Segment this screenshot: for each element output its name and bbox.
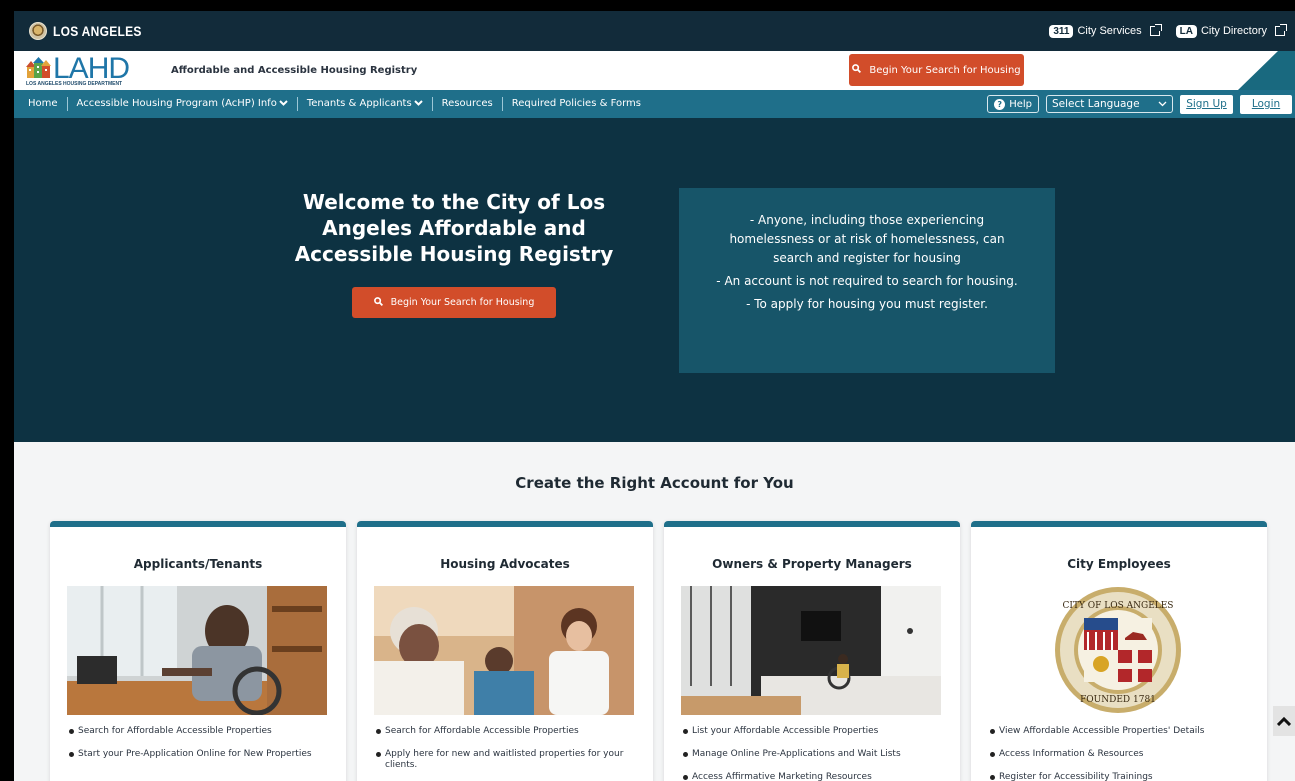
nav-item-label: Accessible Housing Program (AcHP) Info	[76, 98, 277, 109]
login-button[interactable]: Login	[1240, 94, 1292, 114]
list-item: List your Affordable Accessible Properti…	[681, 726, 946, 737]
card-title: City Employees	[1067, 557, 1171, 571]
card-list: List your Affordable Accessible Properti…	[681, 726, 946, 781]
question-icon: ?	[994, 98, 1006, 110]
list-item: Apply here for new and waitlisted proper…	[374, 749, 639, 771]
nav-item-label: Required Policies & Forms	[511, 98, 641, 109]
houses-logo-icon	[26, 57, 51, 78]
nav-item-accessible-housing-program-achp-info[interactable]: Accessible Housing Program (AcHP) Info	[68, 97, 298, 111]
list-item: Access Information & Resources	[988, 749, 1253, 760]
list-item: View Affordable Accessible Properties' D…	[988, 726, 1253, 737]
chevron-up-icon	[1277, 716, 1291, 726]
hero-search-label: Begin Your Search for Housing	[390, 297, 535, 308]
list-item: Access Affirmative Marketing Resources	[681, 772, 946, 781]
page: LOS ANGELES 311 City Services LA City Di…	[0, 0, 1295, 781]
header-stripe-decoration	[1238, 51, 1295, 90]
hero-title: Welcome to the City of Los Angeles Affor…	[294, 190, 614, 266]
account-card-advocates[interactable]: Housing Advocates Search for Affordable …	[357, 521, 653, 781]
hero-section: Welcome to the City of Los Angeles Affor…	[14, 118, 1295, 442]
kitchen-photo	[681, 586, 941, 715]
nav-items: Home Accessible Housing Program (AcHP) In…	[14, 97, 650, 111]
external-link-icon	[1149, 24, 1162, 36]
top-black-border	[0, 0, 1295, 11]
help-label: Help	[1009, 98, 1032, 110]
account-card-applicants[interactable]: Applicants/Tenants Search for Affordable…	[50, 521, 346, 781]
nav-item-label: Tenants & Applicants	[306, 98, 412, 109]
chevron-down-icon	[279, 99, 288, 109]
city-seal-image: CITY OF LOS ANGELES FOUNDED 1781	[988, 586, 1248, 715]
chevron-down-icon	[413, 99, 423, 109]
list-item: Manage Online Pre-Applications and Wait …	[681, 749, 946, 760]
city-directory-label: City Directory	[1200, 25, 1267, 37]
services-badge: 311	[1049, 24, 1074, 38]
nav-item-tenants-applicants[interactable]: Tenants & Applicants	[298, 97, 433, 111]
accounts-section-title: Create the Right Account for You	[515, 474, 794, 492]
city-services-label: City Services	[1077, 25, 1142, 37]
svg-text:FOUNDED 1781: FOUNDED 1781	[1080, 695, 1156, 705]
list-item: Search for Affordable Accessible Propert…	[67, 726, 332, 737]
city-bar: LOS ANGELES 311 City Services LA City Di…	[14, 11, 1295, 51]
main-nav: Home Accessible Housing Program (AcHP) In…	[14, 90, 1295, 118]
card-list: View Affordable Accessible Properties' D…	[988, 726, 1253, 781]
directory-badge: LA	[1175, 24, 1197, 38]
account-card-owners[interactable]: Owners & Property Managers List your Aff…	[664, 521, 960, 781]
account-card-city-employees[interactable]: City Employees CITY OF LOS ANGELES FOUND…	[971, 521, 1267, 781]
nav-item-label: Home	[28, 98, 58, 109]
city-seal-icon[interactable]	[29, 22, 47, 40]
hero-search-button[interactable]: Begin Your Search for Housing	[352, 287, 556, 318]
search-icon	[373, 296, 383, 309]
nav-item-resources[interactable]: Resources	[433, 97, 503, 111]
left-black-border	[0, 11, 14, 781]
hero-info-line: - To apply for housing you must register…	[746, 297, 988, 311]
lahd-header: LAHD LOS ANGELES HOUSING DEPARTMENT Affo…	[14, 51, 1295, 90]
header-search-label: Begin Your Search for Housing	[869, 64, 1021, 76]
card-list: Search for Affordable Accessible Propert…	[374, 726, 639, 781]
hero-info-line: - Anyone, including those experiencing h…	[729, 213, 1005, 265]
help-button[interactable]: ? Help	[987, 95, 1039, 113]
hero-info-line: - An account is not required to search f…	[716, 274, 1018, 288]
nav-item-home[interactable]: Home	[28, 97, 68, 111]
search-icon	[852, 64, 862, 76]
external-link-icon	[1275, 24, 1287, 36]
advocate-photo	[374, 586, 634, 715]
card-title: Housing Advocates	[440, 557, 570, 571]
language-select-value: Select Language	[1052, 98, 1140, 110]
chevron-down-icon	[1158, 101, 1167, 107]
lahd-logo[interactable]: LAHD LOS ANGELES HOUSING DEPARTMENT	[24, 51, 149, 90]
header-search-button[interactable]: Begin Your Search for Housing	[849, 54, 1024, 86]
list-item: Start your Pre-Application Online for Ne…	[67, 749, 332, 760]
city-links: 311 City Services LA City Directory	[1041, 24, 1295, 38]
city-services-link[interactable]: 311 City Services	[1049, 24, 1162, 38]
card-title: Applicants/Tenants	[133, 557, 263, 571]
logo-subtext: LOS ANGELES HOUSING DEPARTMENT	[26, 81, 123, 87]
scroll-to-top-button[interactable]	[1273, 706, 1295, 736]
card-title: Owners & Property Managers	[712, 557, 912, 571]
hero-info-box: - Anyone, including those experiencing h…	[679, 188, 1055, 373]
svg-text:CITY OF LOS ANGELES: CITY OF LOS ANGELES	[1063, 601, 1174, 611]
list-item: Register for Accessibility Trainings	[988, 772, 1253, 781]
nav-item-label: Resources	[441, 98, 493, 109]
list-item: Search for Affordable Accessible Propert…	[374, 726, 639, 737]
registry-title: Affordable and Accessible Housing Regist…	[171, 65, 418, 76]
city-directory-link[interactable]: LA City Directory	[1175, 24, 1287, 38]
applicant-photo	[67, 586, 327, 715]
nav-item-required-policies-forms[interactable]: Required Policies & Forms	[503, 97, 650, 111]
nav-utilities: ? Help Select Language Sign Up Login	[987, 94, 1295, 114]
sign-up-button[interactable]: Sign Up	[1180, 94, 1233, 114]
city-name[interactable]: LOS ANGELES	[53, 23, 142, 39]
language-select[interactable]: Select Language	[1046, 95, 1173, 113]
card-list: Search for Affordable Accessible Propert…	[67, 726, 332, 772]
